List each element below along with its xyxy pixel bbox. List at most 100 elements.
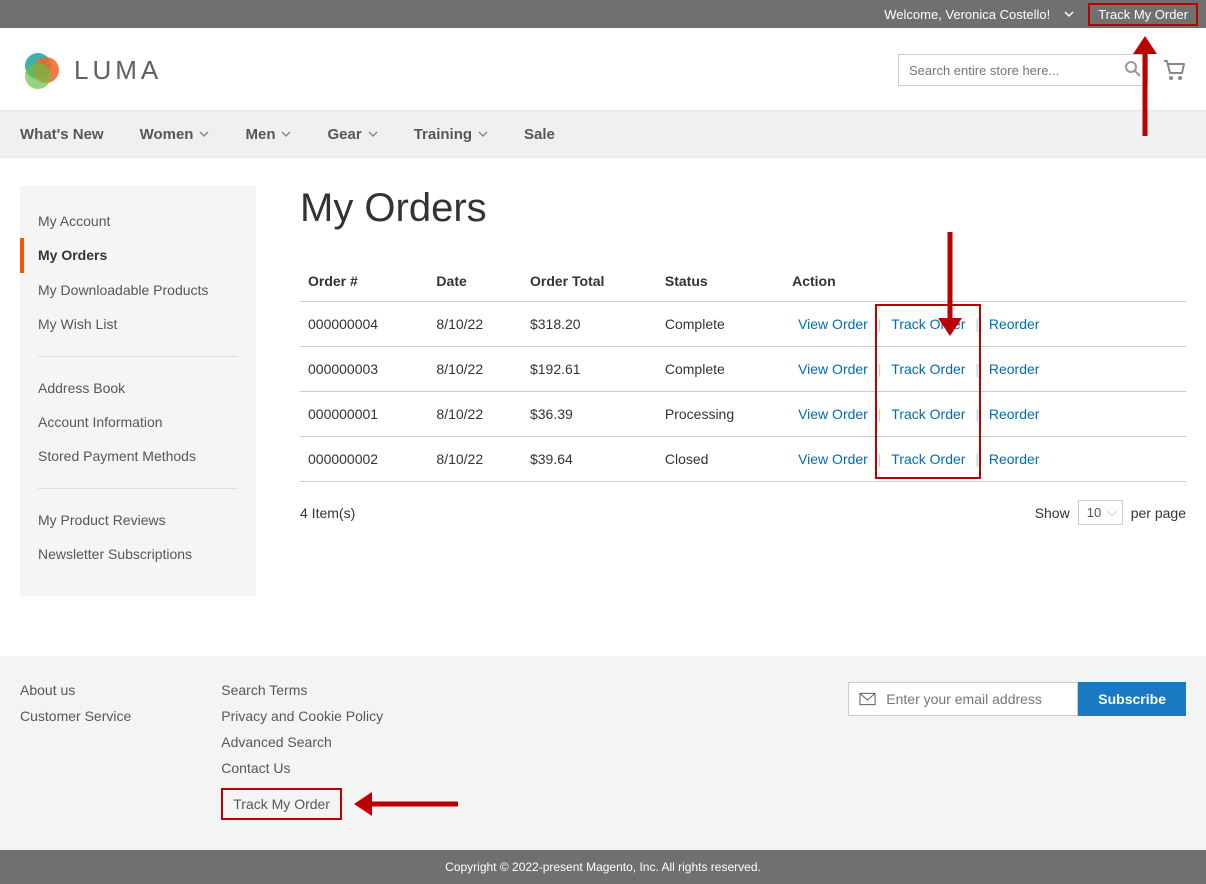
copyright: Copyright © 2022-present Magento, Inc. A… — [0, 850, 1206, 884]
action-separator: | — [874, 316, 885, 332]
logo-text: LUMA — [74, 55, 162, 86]
sidebar-item-my-account[interactable]: My Account — [20, 204, 256, 238]
newsletter-input[interactable] — [886, 691, 1067, 707]
chevron-down-icon — [478, 129, 488, 139]
track-order-link[interactable]: Track Order — [885, 451, 971, 467]
view-order-link[interactable]: View Order — [792, 361, 874, 377]
cart-icon[interactable] — [1162, 59, 1186, 81]
footer-link-search-terms[interactable]: Search Terms — [221, 682, 383, 698]
cell-action: View Order | Track Order | Reorder — [784, 302, 1186, 347]
cell-action: View Order | Track Order | Reorder — [784, 392, 1186, 437]
column-header-action: Action — [784, 261, 1186, 302]
cell-date: 8/10/22 — [428, 392, 522, 437]
track-my-order-top-link[interactable]: Track My Order — [1088, 3, 1198, 26]
action-separator: | — [971, 361, 982, 377]
cell-total: $318.20 — [522, 302, 657, 347]
logo[interactable]: LUMA — [20, 48, 162, 92]
cell-date: 8/10/22 — [428, 302, 522, 347]
nav-item-label: Women — [140, 126, 194, 143]
action-separator: | — [971, 406, 982, 422]
footer-link-about-us[interactable]: About us — [20, 682, 131, 698]
logo-icon — [20, 48, 64, 92]
toolbar-count: 4 Item(s) — [300, 505, 355, 521]
track-order-link[interactable]: Track Order — [885, 361, 971, 377]
sidebar-item-my-product-reviews[interactable]: My Product Reviews — [20, 503, 256, 537]
sidebar-item-my-orders[interactable]: My Orders — [20, 238, 256, 272]
mail-icon — [859, 692, 876, 706]
search-icon[interactable] — [1124, 60, 1142, 78]
nav-item-women[interactable]: Women — [140, 111, 210, 157]
cell-status: Complete — [657, 347, 784, 392]
footer-link-advanced-search[interactable]: Advanced Search — [221, 734, 383, 750]
nav-item-gear[interactable]: Gear — [327, 111, 377, 157]
cell-date: 8/10/22 — [428, 437, 522, 482]
action-separator: | — [874, 361, 885, 377]
action-separator: | — [874, 406, 885, 422]
cell-total: $36.39 — [522, 392, 657, 437]
cell-order-no: 000000002 — [300, 437, 428, 482]
nav-item-label: Training — [414, 126, 472, 143]
sidebar-item-newsletter-subscriptions[interactable]: Newsletter Subscriptions — [20, 537, 256, 571]
footer-link-privacy-and-cookie-policy[interactable]: Privacy and Cookie Policy — [221, 708, 383, 724]
nav-item-what-s-new[interactable]: What's New — [20, 111, 104, 157]
footer: About us Customer Service Search Terms Pri… — [0, 656, 1206, 850]
nav-item-men[interactable]: Men — [245, 111, 291, 157]
view-order-link[interactable]: View Order — [792, 406, 874, 422]
footer-link-track-my-order[interactable]: Track My Order — [221, 788, 342, 820]
toolbar: 4 Item(s) Show 10 per page — [300, 500, 1186, 525]
chevron-down-icon — [281, 129, 291, 139]
search-input[interactable] — [898, 54, 1148, 86]
cell-status: Closed — [657, 437, 784, 482]
chevron-down-icon — [1064, 9, 1074, 19]
sidebar-item-account-information[interactable]: Account Information — [20, 405, 256, 439]
action-separator: | — [971, 316, 982, 332]
nav-bar: What's New Women Men Gear Training Sale — [0, 110, 1206, 158]
cell-status: Processing — [657, 392, 784, 437]
sidebar-separator — [38, 356, 238, 357]
track-order-link[interactable]: Track Order — [885, 316, 971, 332]
reorder-link[interactable]: Reorder — [983, 316, 1046, 332]
welcome-message[interactable]: Welcome, Veronica Costello! — [868, 7, 1082, 22]
track-order-link[interactable]: Track Order — [885, 406, 971, 422]
reorder-link[interactable]: Reorder — [983, 361, 1046, 377]
nav-item-training[interactable]: Training — [414, 111, 488, 157]
footer-col-2: Search Terms Privacy and Cookie Policy Adv… — [221, 682, 383, 820]
header: LUMA — [0, 28, 1206, 110]
nav-item-sale[interactable]: Sale — [524, 111, 555, 157]
column-header-order-: Order # — [300, 261, 428, 302]
newsletter: Subscribe — [848, 682, 1186, 820]
view-order-link[interactable]: View Order — [792, 451, 874, 467]
sidebar-item-address-book[interactable]: Address Book — [20, 371, 256, 405]
copyright-text: Copyright © 2022-present Magento, Inc. A… — [445, 860, 761, 874]
view-order-link[interactable]: View Order — [792, 316, 874, 332]
action-separator: | — [874, 451, 885, 467]
sidebar-separator — [38, 488, 238, 489]
cell-order-no: 000000001 — [300, 392, 428, 437]
main-content: My Orders Order #DateOrder TotalStatusAc… — [300, 186, 1186, 596]
cell-order-no: 000000003 — [300, 347, 428, 392]
reorder-link[interactable]: Reorder — [983, 406, 1046, 422]
orders-table-header-row: Order #DateOrder TotalStatusAction — [300, 261, 1186, 302]
welcome-text: Welcome, Veronica Costello! — [876, 7, 1058, 22]
limiter-select[interactable]: 10 — [1078, 500, 1123, 525]
nav-item-label: Gear — [327, 126, 361, 143]
sidebar-item-my-downloadable-products[interactable]: My Downloadable Products — [20, 273, 256, 307]
limiter-show-label: Show — [1035, 505, 1070, 521]
search-wrap — [898, 54, 1148, 86]
top-panel: Welcome, Veronica Costello! Track My Ord… — [0, 0, 1206, 28]
footer-link-contact-us[interactable]: Contact Us — [221, 760, 383, 776]
chevron-down-icon — [199, 129, 209, 139]
reorder-link[interactable]: Reorder — [983, 451, 1046, 467]
sidebar-list: My AccountMy OrdersMy Downloadable Produ… — [20, 204, 256, 572]
footer-link-customer-service[interactable]: Customer Service — [20, 708, 131, 724]
chevron-down-icon — [368, 129, 378, 139]
sidebar-item-my-wish-list[interactable]: My Wish List — [20, 307, 256, 341]
column-header-status: Status — [657, 261, 784, 302]
sidebar-item-stored-payment-methods[interactable]: Stored Payment Methods — [20, 439, 256, 473]
subscribe-button[interactable]: Subscribe — [1078, 682, 1186, 716]
newsletter-input-wrap — [848, 682, 1078, 716]
orders-table: Order #DateOrder TotalStatusAction 00000… — [300, 261, 1186, 482]
table-row: 0000000018/10/22$36.39ProcessingView Ord… — [300, 392, 1186, 437]
table-row: 0000000038/10/22$192.61CompleteView Orde… — [300, 347, 1186, 392]
nav-item-label: What's New — [20, 126, 104, 143]
